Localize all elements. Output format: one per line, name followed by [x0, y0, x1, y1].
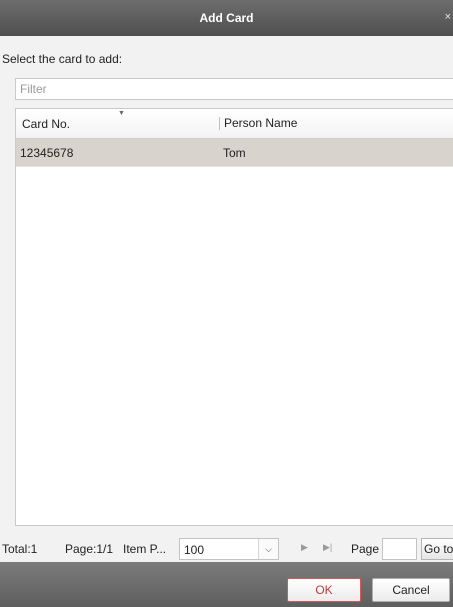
dialog-title: Add Card — [199, 11, 254, 25]
column-header-card-no[interactable]: Card No. — [22, 117, 70, 131]
close-icon[interactable]: × — [445, 11, 451, 23]
page-jump-input[interactable] — [382, 538, 417, 560]
cell-person-name: Tom — [223, 146, 246, 160]
next-page-icon[interactable]: ▶ — [301, 542, 308, 553]
dialog-body: Select the card to add: ▼ Card No. Perso… — [0, 36, 453, 562]
dialog-footer: OK Cancel — [0, 562, 453, 607]
page-jump-label: Page — [351, 542, 380, 556]
filter-input[interactable] — [15, 78, 453, 100]
chevron-down-icon[interactable]: ⌵ — [258, 539, 278, 559]
total-count: Total:1 — [2, 542, 38, 556]
card-table: ▼ Card No. Person Name 12345678 Tom — [15, 108, 453, 526]
sort-indicator-icon: ▼ — [118, 110, 125, 117]
cancel-button[interactable]: Cancel — [372, 578, 450, 602]
pagination-bar: Total:1 Page:1/1 Item P... 100 ⌵ ▶ ▶| Pa… — [0, 538, 453, 562]
dialog-titlebar: Add Card × — [0, 0, 453, 36]
column-header-person-name[interactable]: Person Name — [219, 117, 297, 130]
ok-button[interactable]: OK — [287, 578, 361, 602]
last-page-icon[interactable]: ▶| — [323, 542, 332, 553]
items-per-page-select[interactable]: 100 ⌵ — [179, 538, 279, 560]
go-to-button[interactable]: Go to — [421, 538, 453, 560]
select-card-prompt: Select the card to add: — [2, 52, 123, 66]
page-indicator: Page:1/1 — [65, 542, 114, 556]
table-header: ▼ Card No. Person Name — [16, 109, 453, 139]
cell-card-no: 12345678 — [20, 146, 74, 160]
items-per-page-value: 100 — [184, 543, 205, 557]
table-row[interactable]: 12345678 Tom — [16, 139, 453, 167]
items-per-page-label: Item P... — [123, 542, 167, 556]
